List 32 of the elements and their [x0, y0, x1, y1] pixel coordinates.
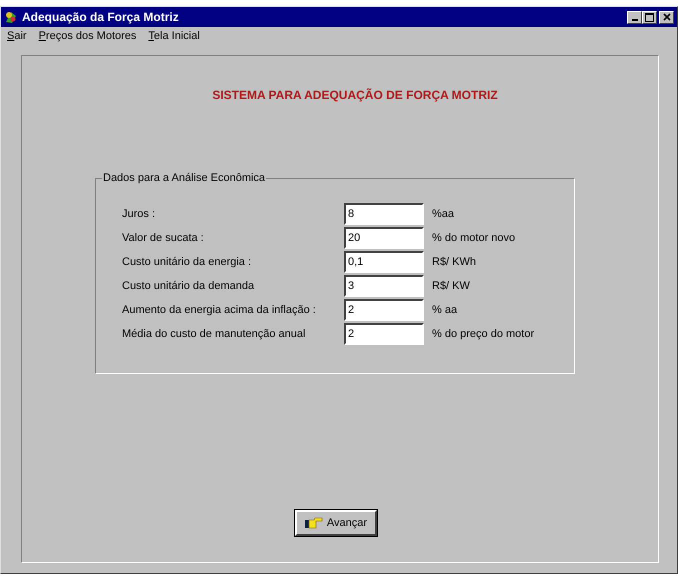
unit-label: R$/ KWh	[431, 256, 478, 268]
close-button[interactable]	[659, 10, 674, 24]
input-field[interactable]: 8	[344, 203, 424, 225]
unit-label: R$/ KW	[431, 280, 471, 292]
menu-item[interactable]: Preços dos Motores	[38, 30, 136, 46]
pointing-hand-icon	[304, 517, 323, 529]
close-icon	[662, 13, 670, 21]
maximize-button[interactable]	[642, 10, 657, 24]
unit-label: % do preço do motor	[431, 328, 536, 340]
maximize-icon	[645, 12, 654, 22]
input-field[interactable]: 20	[344, 227, 424, 249]
field-label: Valor de sucata :	[122, 232, 205, 244]
minimize-button[interactable]	[627, 10, 642, 24]
field-label: Aumento da energia acima da inflação :	[122, 304, 317, 316]
window-title: Adequação da Força Motriz	[22, 10, 180, 24]
input-field[interactable]: 0,1	[344, 251, 424, 273]
field-label: Juros :	[122, 208, 156, 220]
next-button[interactable]: Avançar	[294, 510, 378, 536]
input-field[interactable]: 3	[344, 275, 424, 297]
app-icon	[4, 10, 18, 24]
input-field[interactable]: 2	[344, 323, 424, 345]
unit-label: %aa	[431, 208, 456, 220]
input-field[interactable]: 2	[344, 299, 424, 321]
field-label: Média do custo de manutenção anual	[122, 328, 306, 340]
field-label: Custo unitário da demanda	[122, 280, 256, 292]
system-heading: SISTEMA PARA ADEQUAÇÃO DE FORÇA MOTRIZ	[212, 88, 498, 102]
field-label: Custo unitário da energia :	[122, 256, 252, 268]
menu-item[interactable]: Sair	[7, 30, 27, 46]
unit-label: % aa	[431, 304, 458, 316]
unit-label: % do motor novo	[431, 232, 516, 244]
menu-item[interactable]: Tela Inicial	[148, 30, 200, 46]
group-title: Dados para a Análise Econômica	[102, 172, 266, 184]
